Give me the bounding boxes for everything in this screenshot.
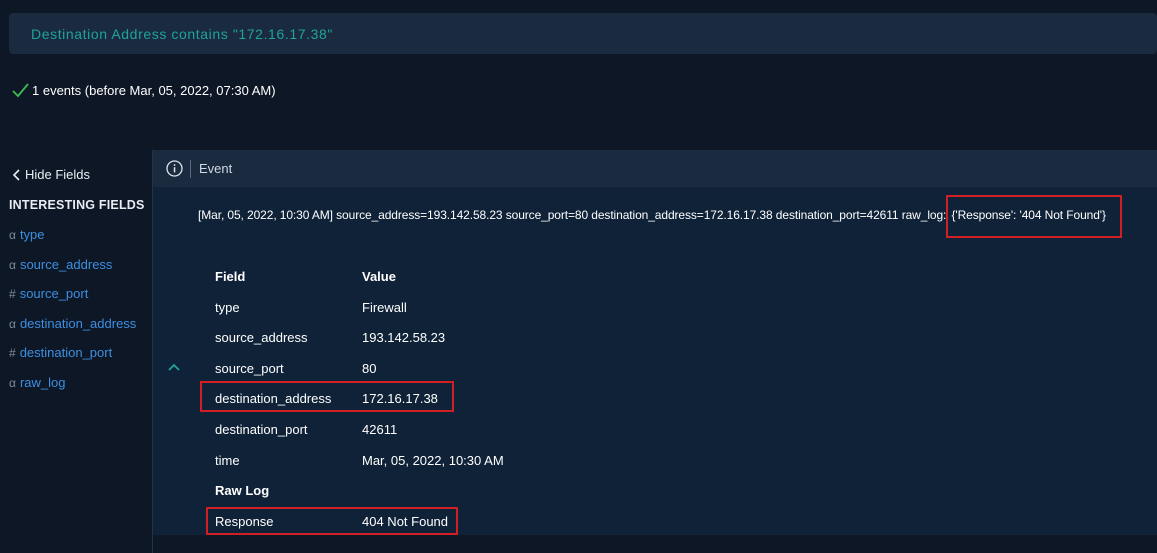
row-field: time	[215, 452, 240, 468]
event-header-label: Event	[199, 161, 233, 176]
event-detail-panel: [Mar, 05, 2022, 10:30 AM] source_address…	[153, 187, 1157, 535]
row-field: source_address	[215, 329, 308, 345]
result-count-text: 1 events (before Mar, 05, 2022, 07:30 AM…	[32, 82, 276, 98]
field-type-symbol: #	[9, 287, 16, 301]
row-value: 172.16.17.38	[362, 390, 438, 406]
raw-log-label: Raw Log	[215, 482, 270, 498]
row-value: Firewall	[362, 299, 407, 315]
raw-response-highlight: {'Response': '404 Not Found'}	[945, 195, 1122, 238]
field-type-symbol: α	[9, 228, 16, 242]
response-field: Response	[215, 513, 274, 529]
header-separator	[190, 159, 191, 178]
raw-event-prefix: [Mar, 05, 2022, 10:30 AM] source_address…	[198, 208, 947, 222]
result-status: 1 events (before Mar, 05, 2022, 07:30 AM…	[11, 82, 276, 98]
search-query-bar[interactable]: Destination Address contains "172.16.17.…	[9, 13, 1157, 54]
table-row: source_port 80	[215, 353, 562, 383]
info-icon[interactable]	[166, 160, 183, 177]
table-row: type Firewall	[215, 292, 562, 322]
interesting-fields-list: α type α source_address # source_port α dest…	[9, 227, 136, 404]
field-type-symbol: #	[9, 346, 16, 360]
row-value: 193.142.58.23	[362, 329, 446, 345]
hide-fields-label: Hide Fields	[25, 167, 91, 182]
sidebar-field-destination-address[interactable]: α destination_address	[9, 316, 136, 346]
table-row: destination_address 172.16.17.38	[215, 383, 562, 413]
query-text: Destination Address contains "172.16.17.…	[31, 25, 333, 42]
table-header-value: Value	[362, 268, 396, 284]
field-name: raw_log	[19, 374, 66, 390]
field-name: source_port	[19, 286, 89, 301]
field-name: type	[19, 227, 45, 242]
table-header-row: Field Value	[215, 261, 562, 291]
row-field: type	[215, 299, 240, 315]
field-type-symbol: α	[9, 375, 16, 390]
hide-fields-button[interactable]: Hide Fields	[12, 167, 90, 182]
row-field: destination_address	[215, 390, 332, 406]
sidebar-field-destination-port[interactable]: # destination_port	[9, 345, 136, 375]
sidebar-field-type[interactable]: α type	[9, 227, 136, 257]
table-header-field: Field	[215, 268, 246, 284]
raw-response-text: {'Response': '404 Not Found'}	[951, 208, 1106, 222]
response-row: Response 404 Not Found	[215, 506, 562, 536]
check-icon	[12, 83, 29, 98]
fields-sidebar: Hide Fields INTERESTING FIELDS α type α so…	[0, 150, 152, 553]
event-header: Event	[153, 150, 1157, 187]
field-type-symbol: α	[9, 257, 16, 272]
field-name: source_address	[19, 256, 113, 272]
chevron-up-icon[interactable]	[168, 362, 180, 372]
row-value: 80	[362, 360, 377, 376]
chevron-left-icon	[12, 168, 20, 181]
raw-log-section-row: Raw Log	[215, 475, 362, 505]
row-field: source_port	[215, 360, 284, 376]
row-value: Mar, 05, 2022, 10:30 AM	[362, 452, 504, 468]
interesting-fields-title: INTERESTING FIELDS	[9, 198, 145, 212]
response-value: 404 Not Found	[362, 513, 449, 529]
table-row: time Mar, 05, 2022, 10:30 AM	[215, 445, 562, 475]
sidebar-field-source-port[interactable]: # source_port	[9, 286, 136, 316]
field-name: destination_port	[19, 345, 113, 360]
table-row: source_address 193.142.58.23	[215, 322, 562, 352]
bottom-strip	[153, 535, 1157, 553]
sidebar-field-raw-log[interactable]: α raw_log	[9, 375, 136, 405]
field-type-symbol: α	[9, 316, 16, 331]
row-value: 42611	[362, 421, 398, 437]
sidebar-field-source-address[interactable]: α source_address	[9, 257, 136, 287]
row-field: destination_port	[215, 421, 308, 437]
table-row: destination_port 42611	[215, 414, 562, 444]
raw-event-line: [Mar, 05, 2022, 10:30 AM] source_address…	[198, 195, 1122, 238]
field-name: destination_address	[19, 315, 137, 331]
